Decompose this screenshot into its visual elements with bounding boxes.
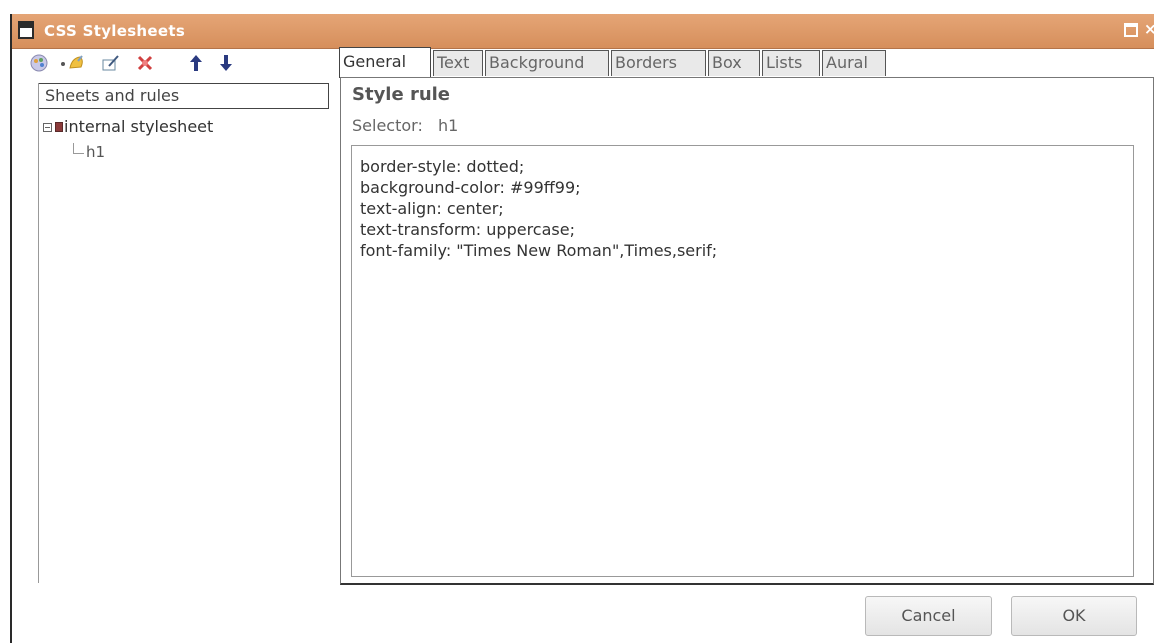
tab-general[interactable]: General <box>339 47 431 78</box>
window-icon <box>18 21 34 39</box>
css-line: text-align: center; <box>360 199 504 218</box>
tab-box[interactable]: Box <box>708 50 760 76</box>
general-tab-panel: Style rule Selector: h1 border-style: do… <box>340 77 1154 585</box>
css-line: font-family: "Times New Roman",Times,ser… <box>360 241 718 260</box>
move-down-icon[interactable] <box>215 52 237 74</box>
tree-item-h1[interactable]: h1 <box>86 143 105 161</box>
title-bar[interactable]: CSS Stylesheets × <box>12 14 1154 49</box>
cancel-button[interactable]: Cancel <box>865 596 992 636</box>
selector-value: h1 <box>437 116 459 135</box>
dropdown-arrow-icon[interactable] <box>52 52 65 74</box>
tree-header: Sheets and rules <box>39 83 329 109</box>
close-icon[interactable]: × <box>1144 22 1154 36</box>
edit-icon[interactable] <box>100 52 122 74</box>
selector-label: Selector: <box>352 116 423 135</box>
delete-icon[interactable] <box>134 52 156 74</box>
css-stylesheets-dialog: CSS Stylesheets × Sheets and rules inter… <box>10 14 1154 643</box>
ok-button[interactable]: OK <box>1011 596 1137 636</box>
maximize-icon[interactable] <box>1124 23 1138 37</box>
collapse-icon[interactable] <box>43 123 52 132</box>
tree-item-internal-stylesheet[interactable]: internal stylesheet <box>64 117 213 136</box>
tab-lists[interactable]: Lists <box>762 50 820 76</box>
sheets-tree-panel: Sheets and rules internal stylesheet h1 <box>38 83 333 583</box>
css-line: border-style: dotted; <box>360 157 525 176</box>
selector-line: Selector: h1 <box>352 116 458 135</box>
tab-borders[interactable]: Borders <box>611 50 706 76</box>
add-sheet-icon[interactable] <box>28 52 50 74</box>
tab-background[interactable]: Background <box>485 50 609 76</box>
tab-text[interactable]: Text <box>433 50 483 76</box>
css-text-editor[interactable]: border-style: dotted; background-color: … <box>351 145 1134 577</box>
add-rule-icon[interactable] <box>66 52 88 74</box>
move-up-icon[interactable] <box>185 52 207 74</box>
tab-aural[interactable]: Aural <box>822 50 886 76</box>
style-rule-heading: Style rule <box>352 84 451 105</box>
css-line: text-transform: uppercase; <box>360 220 575 239</box>
tree-connector <box>73 143 84 154</box>
css-line: background-color: #99ff99; <box>360 178 581 197</box>
stylesheet-icon <box>55 122 63 132</box>
window-title: CSS Stylesheets <box>44 22 186 40</box>
